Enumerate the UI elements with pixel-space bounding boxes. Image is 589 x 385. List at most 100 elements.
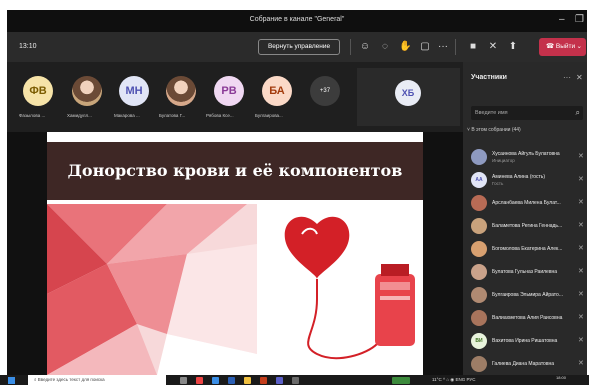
participant-role: Гость [492, 181, 504, 186]
camera-off-icon[interactable]: ■ [467, 41, 479, 53]
teams-icon[interactable] [276, 377, 283, 384]
avatar: ВИ [471, 333, 487, 349]
windows-start-icon[interactable] [8, 377, 15, 384]
participant-avatar[interactable]: МН [119, 76, 149, 106]
more-participants-button[interactable]: +37 [310, 76, 340, 106]
mic-off-icon[interactable]: ✕ [487, 41, 499, 53]
participant-row-name: Богомолова Екатерина Алек... [492, 246, 563, 252]
meeting-timer: 13:10 [19, 43, 37, 50]
phone-icon: ☎ [546, 43, 556, 50]
participant-avatar[interactable]: РВ [214, 76, 244, 106]
participant-video-tile[interactable]: ХБ [357, 68, 460, 126]
close-icon[interactable]: ✕ [576, 73, 583, 82]
app-icon[interactable] [292, 377, 299, 384]
explorer-icon[interactable] [244, 377, 251, 384]
participant-search-input[interactable]: Введите имя ⌕ [471, 106, 583, 120]
search-placeholder: Введите имя [475, 110, 508, 116]
mic-off-icon: ✕ [578, 176, 584, 183]
participant-row-name: Арсланбаева Милена Булат... [492, 200, 561, 206]
task-view-icon[interactable] [180, 377, 187, 384]
participant-row-name: Булгаирова Эльмира Айрато... [492, 292, 563, 298]
slide-title: Донорство крови и её компонентов [47, 142, 423, 200]
mic-off-icon: ✕ [578, 360, 584, 367]
participant-row-name: Хусаинова Айгуль Булатовна [492, 151, 560, 157]
participant-name: Булатова Г... [159, 113, 186, 118]
participant-row-name: Вахитова Ирина Ришатовна [492, 338, 558, 344]
participant-row-name: Галиева Диана Маратовна [492, 361, 555, 367]
group-label: В этом собрании (44) [471, 127, 521, 133]
chevron-down-icon: ⌄ [576, 43, 582, 50]
minimize-icon[interactable]: – [559, 14, 565, 25]
toolbar-divider [350, 39, 351, 55]
avatar [471, 218, 487, 234]
maximize-icon[interactable]: ❐ [575, 14, 584, 25]
taskbar-search-placeholder: Введите здесь текст для поиска [37, 377, 105, 382]
mic-off-icon: ✕ [578, 245, 584, 252]
participant-row[interactable]: Богомолова Екатерина Алек... ✕ [471, 239, 587, 261]
leave-button[interactable]: ☎ Выйти ⌄ [539, 38, 586, 56]
participant-row[interactable]: Арсланбаева Милена Булат... ✕ [471, 193, 587, 215]
take-back-control-button[interactable]: Вернуть управление [258, 39, 340, 55]
participants-panel: Участники ··· ✕ Введите имя ⌕ ˅ В этом с… [463, 62, 587, 375]
system-tray[interactable]: 11°C ^ ⌂ ◉ ENG РУС [432, 377, 476, 383]
participants-group-header[interactable]: ˅ В этом собрании (44) [467, 127, 521, 133]
mic-off-icon: ✕ [578, 314, 584, 321]
taskbar-search-input[interactable]: ⌕ Введите здесь текст для поиска [28, 375, 166, 385]
powerpoint-icon[interactable] [260, 377, 267, 384]
tile-avatar: ХБ [395, 80, 421, 106]
word-icon[interactable] [228, 377, 235, 384]
toolbar-divider [455, 39, 456, 55]
shared-screen: Донорство крови и её компонентов [7, 132, 463, 375]
app-icon[interactable] [392, 377, 410, 384]
participant-avatar[interactable]: ФВ [23, 76, 53, 106]
participant-row[interactable]: Баламетова Регина Геннадь... ✕ [471, 216, 587, 238]
participant-row[interactable]: Галиева Диана Маратовна ✕ [471, 354, 587, 375]
title-bar: Собрание в канале "General" – ❐ [7, 10, 587, 32]
avatar [471, 356, 487, 372]
browser-icon[interactable] [196, 377, 203, 384]
mic-off-icon: ✕ [578, 291, 584, 298]
search-icon: ⌕ [575, 108, 580, 117]
avatar-initials: ФВ [29, 85, 47, 97]
participant-avatar[interactable] [166, 76, 196, 106]
participant-name: Макарова ... [114, 113, 140, 118]
participant-row[interactable]: Булатова Гульназ Раилевна ✕ [471, 262, 587, 284]
red-polygon-pattern [47, 204, 257, 375]
participant-name: Булгаирова... [255, 113, 283, 118]
mic-off-icon: ✕ [578, 153, 584, 160]
avatar [471, 287, 487, 303]
window-title: Собрание в канале "General" [249, 16, 345, 23]
panel-more-icon[interactable]: ··· [563, 73, 571, 82]
participant-row-name: Аминева Алина (гость) [492, 174, 546, 180]
avatar-initials: РВ [221, 85, 237, 97]
participant-avatar[interactable] [72, 76, 102, 106]
participant-row-name: Валиахметова Алия Раисовна [492, 315, 563, 321]
clock[interactable]: 18:00 [556, 375, 566, 380]
participant-name: Хамидулл... [67, 113, 92, 118]
avatar [471, 264, 487, 280]
windows-taskbar: ⌕ Введите здесь текст для поиска 11°C ^ … [0, 375, 589, 385]
avatar-initials: БА [269, 85, 285, 97]
participant-name: Фазылова ... [19, 113, 46, 118]
participant-avatar[interactable]: БА [262, 76, 292, 106]
leave-label: Выйти [555, 43, 576, 50]
chat-icon[interactable]: ◌ [379, 41, 391, 53]
teams-window: Собрание в канале "General" – ❐ 13:10 Ве… [7, 10, 587, 375]
avatar [471, 149, 487, 165]
avatar-initials: МН [125, 85, 143, 97]
rooms-icon[interactable]: ▢ [419, 41, 431, 53]
participant-row[interactable]: Булгаирова Эльмира Айрато... ✕ [471, 285, 587, 307]
participant-row[interactable]: Хусаинова Айгуль Булатовна Инициатор ✕ [471, 147, 587, 169]
mic-off-icon: ✕ [578, 222, 584, 229]
share-screen-icon[interactable]: ⬆ [507, 41, 519, 53]
reactions-icon[interactable]: ✋ [399, 41, 411, 53]
participant-row[interactable]: АА Аминева Алина (гость) Гость ✕ [471, 170, 587, 192]
participant-role: Инициатор [492, 158, 515, 163]
edge-icon[interactable] [212, 377, 219, 384]
blood-donation-illustration [257, 204, 423, 375]
presentation-slide: Донорство крови и её компонентов [47, 132, 423, 375]
participant-row[interactable]: Валиахметова Алия Раисовна ✕ [471, 308, 587, 330]
participant-row[interactable]: ВИ Вахитова Ирина Ришатовна ✕ [471, 331, 587, 353]
more-actions-icon[interactable]: ··· [437, 41, 449, 53]
participants-icon[interactable]: ☺ [359, 41, 371, 53]
